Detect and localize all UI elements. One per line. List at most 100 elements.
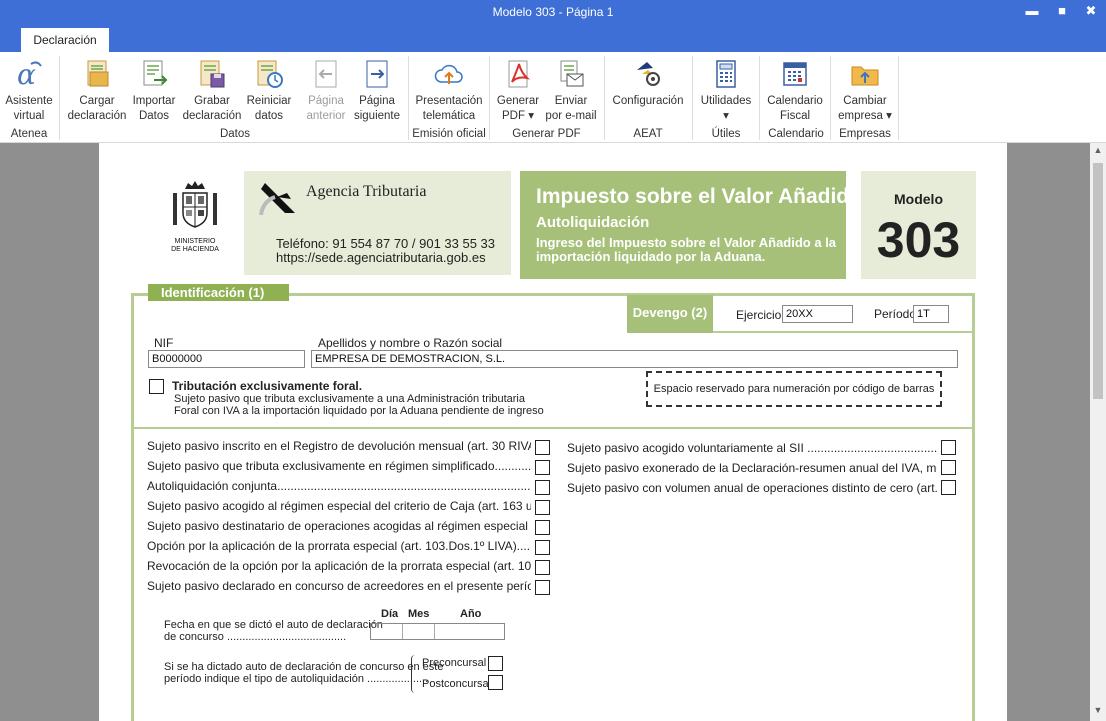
cambiar-empresa-button[interactable]: Cambiar empresa ▾ <box>835 58 895 124</box>
agencia-name: Agencia Tributaria <box>306 183 427 200</box>
periodo-label: Período <box>874 307 917 321</box>
identificacion-tab: Identificación (1) <box>148 284 289 301</box>
check-box-left[interactable] <box>535 560 550 575</box>
brace <box>411 655 417 693</box>
email-icon <box>560 60 584 87</box>
group-label-empresas: Empresas <box>839 128 891 140</box>
previous-page-icon <box>315 60 337 88</box>
group-separator <box>830 56 831 140</box>
check-box-left[interactable] <box>535 500 550 515</box>
save-file-icon <box>200 60 225 88</box>
check-box-left[interactable] <box>535 580 550 595</box>
group-separator <box>604 56 605 140</box>
generar-pdf-button[interactable]: Generar PDF ▾ <box>493 58 543 124</box>
group-separator <box>898 56 899 140</box>
check-box-left[interactable] <box>535 460 550 475</box>
tipo-autoliquidacion-label-1: Si se ha dictado auto de declaración de … <box>164 661 444 673</box>
pagina-siguiente-button[interactable]: Página siguiente <box>351 58 403 124</box>
check-box-right[interactable] <box>941 480 956 495</box>
agencia-url: https://sede.agenciatributaria.gob.es <box>276 250 486 265</box>
presentacion-telematica-button[interactable]: Presentación telemática <box>412 58 486 124</box>
ribbon: α Asistente virtual Atenea Cargar declar… <box>0 52 1106 143</box>
importar-datos-button[interactable]: Importar Datos <box>129 58 179 124</box>
pagina-anterior-button[interactable]: Página anterior <box>301 58 351 124</box>
devengo-label: Devengo (2) <box>627 295 713 333</box>
minimize-button[interactable]: ▬ <box>1019 2 1045 22</box>
group-label-datos: Datos <box>219 128 251 140</box>
postconcursal-label: Postconcursal <box>422 678 492 690</box>
preconcursal-checkbox[interactable] <box>488 656 503 671</box>
nif-label: NIF <box>154 336 174 350</box>
fecha-concurso-label-1: Fecha en que se dictó el auto de declara… <box>164 619 383 631</box>
check-label-right: Sujeto pasivo con volumen anual de opera… <box>567 481 937 495</box>
ejercicio-input[interactable]: 20XX <box>782 305 853 323</box>
fecha-concurso-label-2: de concurso ............................… <box>164 631 347 643</box>
group-separator <box>489 56 490 140</box>
periodo-input[interactable]: 1T <box>913 305 949 323</box>
pdf-icon <box>508 60 531 88</box>
agencia-tributaria-logo-icon <box>259 183 295 215</box>
tipo-autoliquidacion-label-2: período indique el tipo de autoliquidaci… <box>164 673 429 685</box>
check-box-right[interactable] <box>941 460 956 475</box>
form-page: MINISTERIO DE HACIENDA Agencia Tributari… <box>99 143 1007 721</box>
reset-file-icon <box>257 60 283 88</box>
enviar-email-button[interactable]: Enviar por e-mail <box>542 58 600 124</box>
maximize-button[interactable]: ■ <box>1049 2 1075 22</box>
foral-description-1: Sujeto pasivo que tributa exclusivamente… <box>174 393 525 405</box>
settings-gear-icon <box>637 62 660 86</box>
scroll-thumb[interactable] <box>1093 163 1103 399</box>
asistente-virtual-button[interactable]: α Asistente virtual <box>3 58 55 124</box>
check-label-left: Sujeto pasivo declarado en concurso de a… <box>147 579 531 593</box>
calendar-icon <box>783 62 807 86</box>
utilidades-button[interactable]: Utilidades ▾ <box>697 58 755 124</box>
iva-subtitle: Autoliquidación <box>536 214 650 231</box>
scroll-up-arrow-icon[interactable]: ▲ <box>1090 145 1106 159</box>
tab-declaracion[interactable]: Declaración <box>21 28 109 52</box>
title-bar: Modelo 303 - Página 1 ▬ ■ ✖ Declaración <box>0 0 1106 52</box>
dia-label: Día <box>381 608 399 620</box>
ministerio-logo: MINISTERIO DE HACIENDA <box>165 179 225 254</box>
check-box-left[interactable] <box>535 540 550 555</box>
cargar-declaracion-button[interactable]: Cargar declaración <box>66 58 128 124</box>
check-box-left[interactable] <box>535 480 550 495</box>
group-label-atenea: Atenea <box>10 128 48 140</box>
section-divider <box>134 427 972 429</box>
nif-input[interactable]: B0000000 <box>148 350 305 368</box>
foral-checkbox[interactable] <box>149 379 164 394</box>
grabar-declaracion-button[interactable]: Grabar declaración <box>181 58 243 124</box>
check-box-left[interactable] <box>535 440 550 455</box>
calculator-icon <box>716 60 736 88</box>
fecha-concurso-input[interactable] <box>370 623 505 640</box>
reiniciar-datos-button[interactable]: Reiniciar datos <box>244 58 294 124</box>
nombre-label: Apellidos y nombre o Razón social <box>318 336 503 350</box>
check-label-left: Sujeto pasivo acogido al régimen especia… <box>147 499 531 513</box>
postconcursal-checkbox[interactable] <box>488 675 503 690</box>
iva-title: Impuesto sobre el Valor Añadido <box>536 185 862 208</box>
check-box-right[interactable] <box>941 440 956 455</box>
window-title: Modelo 303 - Página 1 <box>492 5 614 19</box>
agencia-telefono: Teléfono: 91 554 87 70 / 901 33 55 33 <box>276 236 496 251</box>
foral-description-2: Foral con IVA a la importación liquidado… <box>174 405 544 417</box>
atenea-alpha-icon: α <box>17 58 42 90</box>
check-label-right: Sujeto pasivo acogido voluntariamente al… <box>567 441 937 455</box>
vertical-scrollbar[interactable]: ▲ ▼ <box>1090 143 1106 721</box>
check-label-left: Sujeto pasivo que tributa exclusivamente… <box>147 459 531 473</box>
group-label-emision: Emisión oficial <box>412 128 486 140</box>
group-label-aeat: AEAT <box>633 128 663 140</box>
configuracion-button[interactable]: Configuración <box>608 58 688 109</box>
barcode-area: Espacio reservado para numeración por có… <box>646 371 942 407</box>
close-button[interactable]: ✖ <box>1078 2 1104 22</box>
group-separator <box>59 56 60 140</box>
preconcursal-label: Preconcursal <box>422 657 487 669</box>
anio-label: Año <box>460 608 482 620</box>
scroll-down-arrow-icon[interactable]: ▼ <box>1090 705 1106 719</box>
iva-description: Ingreso del Impuesto sobre el Valor Añad… <box>536 235 837 264</box>
modelo-number: 303 <box>876 212 961 268</box>
check-box-left[interactable] <box>535 520 550 535</box>
nombre-input[interactable]: EMPRESA DE DEMOSTRACION, S.L. <box>311 350 958 368</box>
calendario-fiscal-button[interactable]: Calendario Fiscal <box>764 58 826 124</box>
group-label-utiles: Útiles <box>711 128 741 140</box>
group-label-pdf: Generar PDF <box>512 128 581 140</box>
check-label-left: Opción por la aplicación de la prorrata … <box>147 539 531 553</box>
check-label-left: Sujeto pasivo inscrito en el Registro de… <box>147 439 531 453</box>
